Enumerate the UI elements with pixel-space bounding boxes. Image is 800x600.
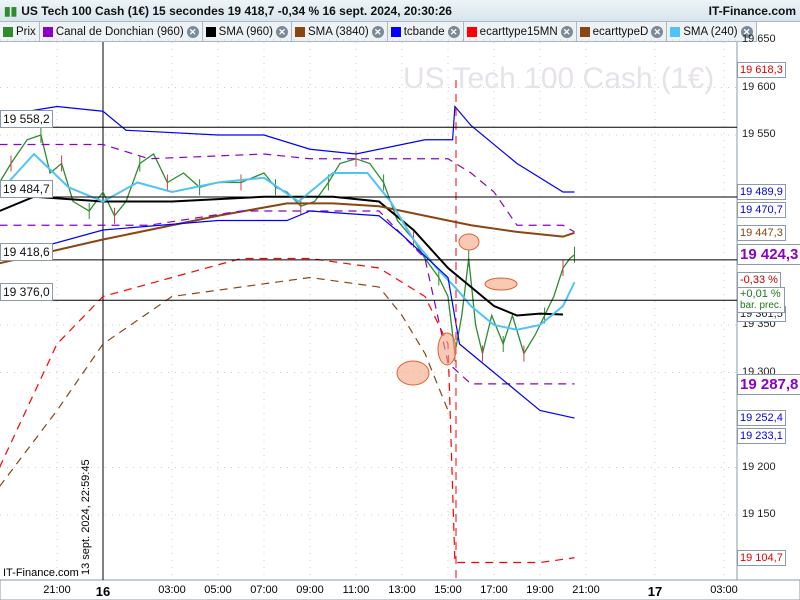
price-tag: 19 104,7 xyxy=(737,550,786,567)
x-tick-label: 16 xyxy=(95,584,111,599)
y-tick-label: 19 600 xyxy=(742,80,776,93)
y-tick-label: 19 150 xyxy=(742,508,776,520)
price-tag: 19 233,1 xyxy=(737,428,786,445)
x-tick-label: 11:00 xyxy=(342,584,370,596)
highlight-ellipse xyxy=(437,332,457,366)
x-tick-label: 19:00 xyxy=(526,584,554,596)
x-tick-label: 03:00 xyxy=(158,584,186,596)
price-tag: 19 470,7 xyxy=(737,202,786,219)
price-tag: 19 618,3 xyxy=(737,62,786,79)
series-tcbande-bas xyxy=(0,210,575,419)
bar-change: +0,01 % xyxy=(740,288,781,300)
y-tick-label: 19 650 xyxy=(742,33,776,45)
x-tick-label: 09:00 xyxy=(296,584,324,596)
series-donchian-bas xyxy=(0,210,575,385)
level-label[interactable]: 19 418,6 xyxy=(0,242,53,261)
series-ecarttyped xyxy=(0,276,449,487)
change-percent: -0,33 % xyxy=(737,272,781,288)
cursor-date-label: 13 sept. 2024, 22:59:45 xyxy=(80,459,92,575)
x-tick-label: 03:00 xyxy=(710,584,738,596)
series-donchian-haut xyxy=(0,143,575,233)
price-tag: 19 287,8 xyxy=(737,374,800,396)
price-tag: 19 424,3 xyxy=(737,244,800,266)
x-tick-label: 07:00 xyxy=(250,584,278,596)
level-label[interactable]: 19 376,0 xyxy=(0,283,53,302)
series-sma-960- xyxy=(0,195,564,317)
series-sma-3840- xyxy=(0,202,575,265)
x-tick-label: 17 xyxy=(647,584,663,599)
y-tick-label: 19 200 xyxy=(742,460,776,473)
level-label[interactable]: 19 484,7 xyxy=(0,180,53,199)
price-tag: 19 447,3 xyxy=(737,224,786,241)
series-tcbande-haut xyxy=(0,104,575,193)
x-tick-label: 21:00 xyxy=(572,584,600,596)
highlight-ellipse xyxy=(396,360,430,386)
y-tick-label: 19 550 xyxy=(742,128,776,140)
footer-brand: IT-Finance.com xyxy=(3,567,79,579)
x-tick-label: 05:00 xyxy=(204,584,232,596)
x-tick-label: 21:00 xyxy=(43,584,71,596)
watermark: US Tech 100 Cash (1€) xyxy=(403,62,715,95)
bar-change-box: +0,01 % bar. prec. xyxy=(737,287,785,313)
x-tick-label: 17:00 xyxy=(480,584,508,596)
highlight-ellipse xyxy=(484,277,518,291)
x-tick-label: 15:00 xyxy=(434,584,462,596)
bar-change-caption: bar. prec. xyxy=(740,300,782,311)
series-sma-240- xyxy=(0,152,576,331)
highlight-ellipse xyxy=(458,233,480,251)
level-label[interactable]: 19 558,2 xyxy=(0,110,53,129)
price-tag: 19 252,4 xyxy=(737,409,786,426)
x-tick-label: 13:00 xyxy=(388,584,416,596)
price-tag: 19 489,9 xyxy=(737,184,786,201)
